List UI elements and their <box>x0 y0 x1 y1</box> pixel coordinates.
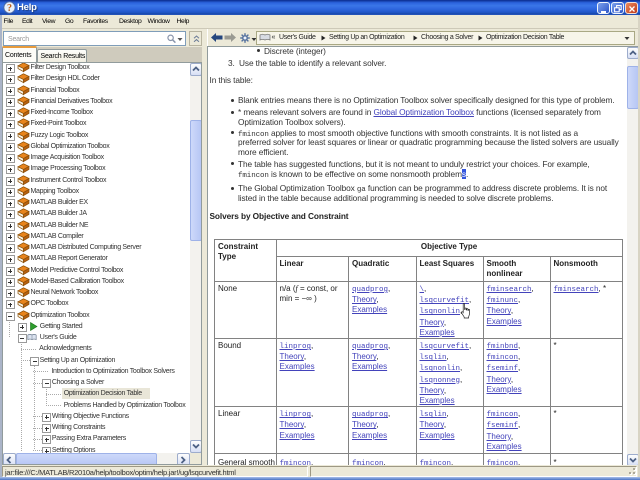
svg-text:?: ? <box>7 3 12 14</box>
